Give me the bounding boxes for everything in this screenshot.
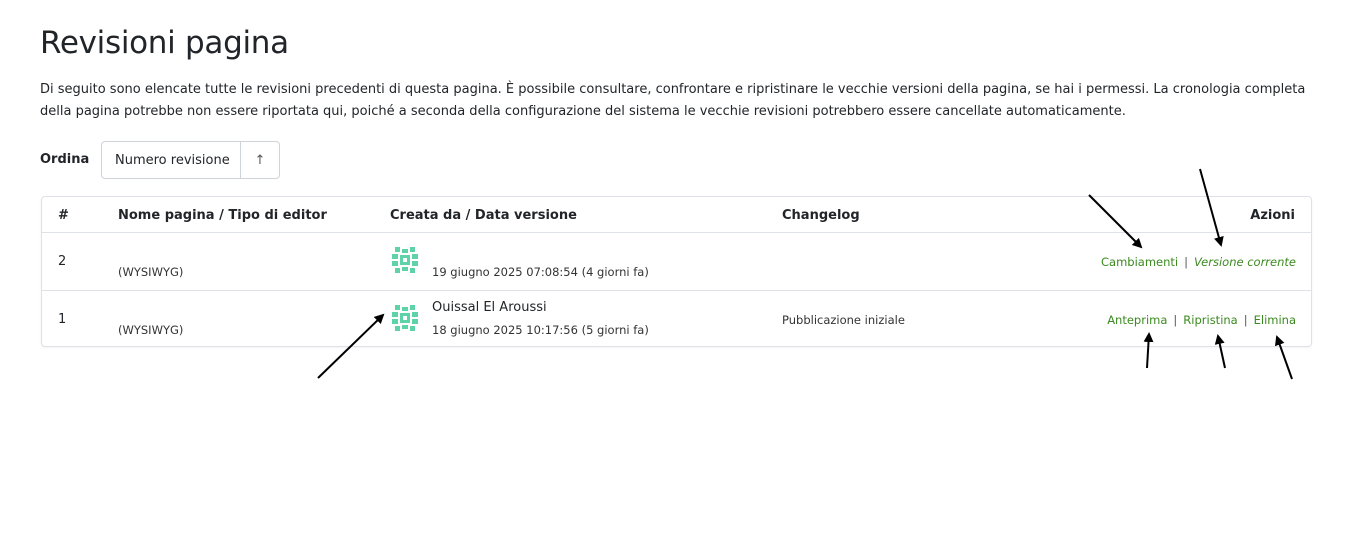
revisions-table: # Nome pagina / Tipo di editor Creata da…: [41, 196, 1312, 347]
sort-control: Numero revisione ↑: [101, 141, 280, 179]
editor-type: (WYSIWYG): [118, 323, 184, 337]
changelog-text: Pubblicazione iniziale: [782, 313, 905, 327]
version-date: 18 giugno 2025 10:17:56 (5 giorni fa): [432, 323, 649, 337]
separator: |: [1243, 313, 1248, 327]
author-name[interactable]: Ouissal El Aroussi: [432, 300, 547, 315]
separator: |: [1173, 313, 1178, 327]
page: Revisioni pagina Di seguito sono elencat…: [0, 0, 1361, 539]
header-changelog: Changelog: [782, 208, 860, 223]
current-version-link[interactable]: Versione corrente: [1194, 255, 1296, 269]
avatar: [390, 303, 420, 333]
changes-link[interactable]: Cambiamenti: [1101, 255, 1178, 269]
row-number: 1: [58, 312, 67, 327]
row-number: 2: [58, 254, 67, 269]
page-description: Di seguito sono elencate tutte le revisi…: [40, 82, 1306, 119]
page-title: Revisioni pagina: [40, 25, 289, 61]
sort-select[interactable]: Numero revisione: [102, 142, 241, 178]
separator: |: [1184, 255, 1188, 269]
avatar: [390, 245, 420, 275]
divider: [42, 290, 1311, 291]
version-date: 19 giugno 2025 07:08:54 (4 giorni fa): [432, 265, 649, 279]
sort-label: Ordina: [40, 152, 90, 167]
header-num: #: [58, 208, 69, 223]
header-name: Nome pagina / Tipo di editor: [118, 208, 327, 223]
header-created: Creata da / Data versione: [390, 208, 577, 223]
sort-direction-button[interactable]: ↑: [241, 142, 279, 178]
row-actions: Anteprima | Ripristina | Elimina: [1107, 313, 1296, 327]
divider: [42, 232, 1311, 233]
header-actions: Azioni: [1250, 208, 1295, 223]
preview-link[interactable]: Anteprima: [1107, 313, 1167, 327]
restore-link[interactable]: Ripristina: [1183, 313, 1237, 327]
row-actions: Cambiamenti | Versione corrente: [1101, 255, 1296, 269]
delete-link[interactable]: Elimina: [1254, 313, 1296, 327]
editor-type: (WYSIWYG): [118, 265, 184, 279]
